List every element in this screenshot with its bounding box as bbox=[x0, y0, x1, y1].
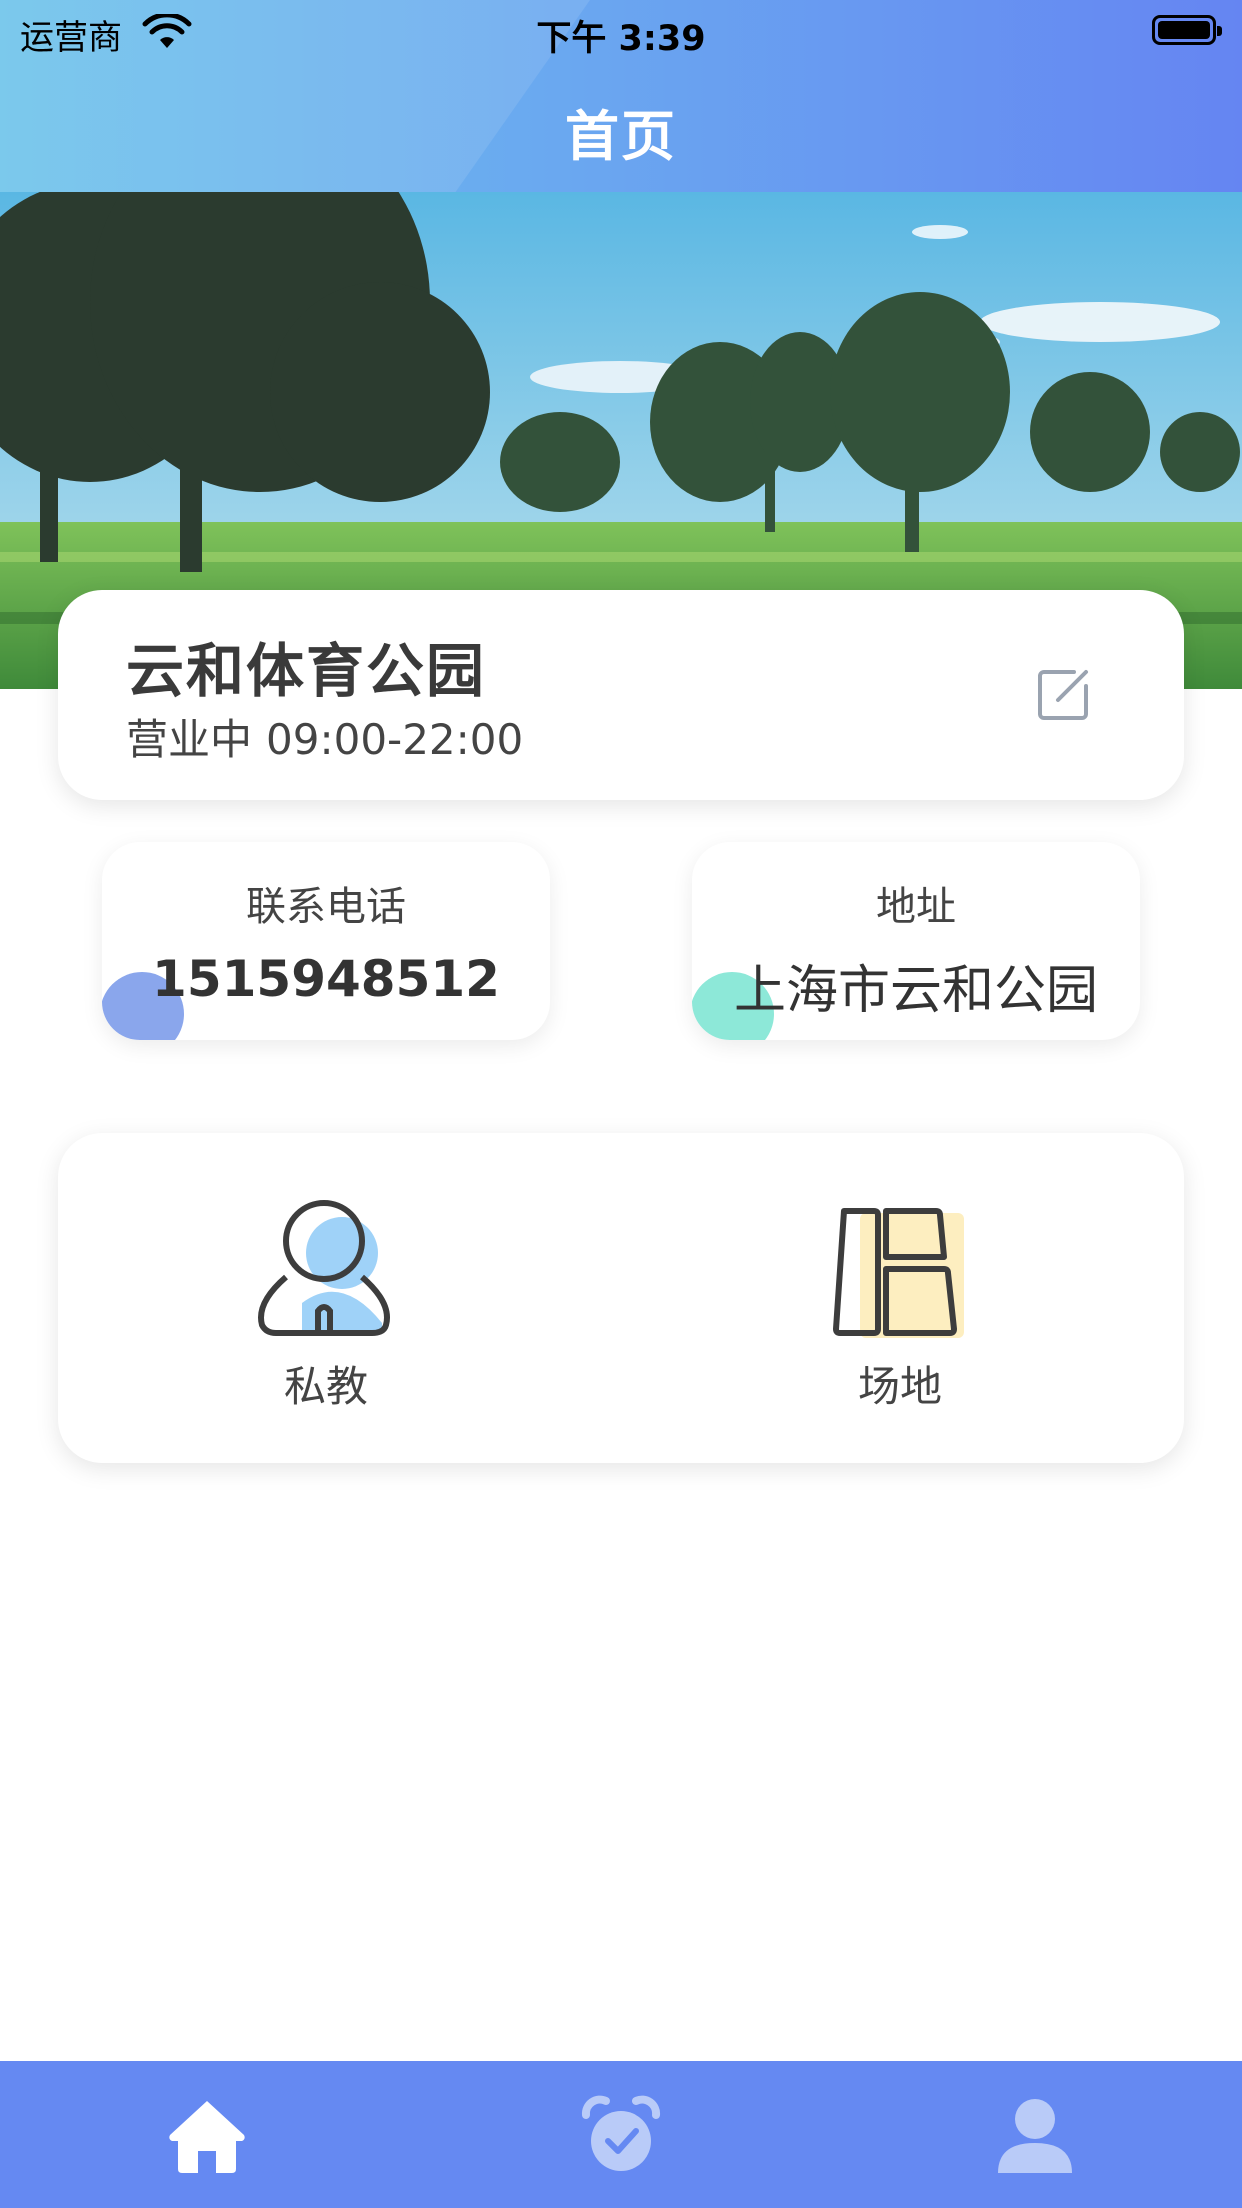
address-value: 上海市云和公园 bbox=[733, 961, 1098, 1021]
clock-time: 下午 3:39 bbox=[536, 19, 706, 59]
private-coach-button[interactable]: 私教 bbox=[226, 1193, 426, 1413]
edit-icon[interactable] bbox=[1034, 664, 1094, 724]
open-status: 营业中 bbox=[126, 715, 253, 764]
menu-card: 私教 场地 bbox=[58, 1133, 1184, 1463]
venue-icon bbox=[833, 1208, 964, 1338]
home-icon[interactable] bbox=[166, 2095, 248, 2177]
venue-booking-button[interactable]: 场地 bbox=[800, 1193, 1000, 1413]
battery-icon bbox=[1152, 15, 1222, 45]
address-label: 地址 bbox=[876, 884, 956, 930]
phone-number: 1515948512 bbox=[152, 950, 500, 1008]
alarm-clock-icon[interactable] bbox=[580, 2095, 662, 2177]
address-tile[interactable]: 地址 上海市云和公园 bbox=[692, 842, 1140, 1040]
coach-label: 私教 bbox=[283, 1362, 368, 1411]
phone-tile[interactable]: 联系电话 1515948512 bbox=[102, 842, 550, 1040]
header: 运营商 下午 3:39 首页 bbox=[0, 0, 1242, 192]
status-bar: 运营商 下午 3:39 bbox=[0, 0, 1242, 62]
tab-bar bbox=[0, 2061, 1242, 2208]
coach-icon bbox=[258, 1200, 390, 1336]
venue-label: 场地 bbox=[857, 1362, 942, 1411]
page-title: 首页 bbox=[565, 105, 677, 168]
phone-label: 联系电话 bbox=[246, 884, 406, 930]
venue-info-card: 云和体育公园 营业中 09:00-22:00 bbox=[58, 590, 1184, 800]
hours-range: 09:00-22:00 bbox=[266, 715, 524, 764]
opening-hours: 营业中 09:00-22:00 bbox=[126, 706, 523, 767]
venue-name: 云和体育公园 bbox=[126, 637, 487, 705]
profile-icon[interactable] bbox=[994, 2095, 1076, 2177]
